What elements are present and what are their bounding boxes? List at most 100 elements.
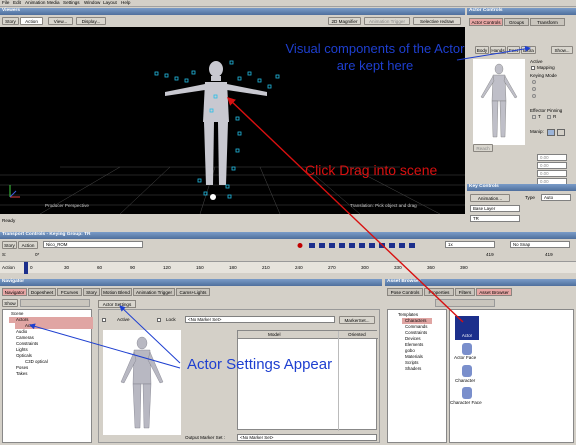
actor-face-label[interactable]: Actor Face	[454, 355, 476, 361]
menu-help[interactable]: Help	[121, 0, 130, 6]
keying-mode-label: Keying Mode	[530, 73, 557, 78]
menu-window[interactable]: Window	[84, 0, 100, 6]
timeline-ruler[interactable]: Action 0 30 60 90 120 150 180 210 240 27…	[0, 261, 576, 274]
pin-t-checkbox[interactable]	[532, 115, 536, 119]
lock-checkbox[interactable]	[157, 318, 161, 322]
type-select[interactable]: Auto	[541, 194, 571, 201]
asset-toolbar-icons[interactable]	[435, 299, 495, 307]
type-label: Type	[525, 195, 535, 200]
menu-file[interactable]: File	[2, 0, 9, 6]
speed-select[interactable]: 1x	[445, 241, 495, 248]
animation-button[interactable]: Animation...	[470, 194, 510, 202]
transport-buttons[interactable]	[295, 241, 425, 250]
active-checkbox[interactable]	[102, 318, 106, 322]
start-value[interactable]: 0*	[35, 252, 39, 258]
end-value-2[interactable]: 419	[545, 252, 553, 258]
value-field-1[interactable]: 0.00	[537, 154, 567, 161]
col-model-header[interactable]: Model	[268, 332, 281, 338]
asset-tree[interactable]: Templates Characters Commands Constraint…	[387, 309, 447, 443]
col-oriented-header[interactable]: Oriented	[348, 332, 366, 338]
marker-set-select[interactable]: <No Marker Set>	[185, 316, 335, 323]
actor-asset-label[interactable]: Actor	[455, 333, 479, 340]
nav-tab-story[interactable]: Story	[83, 288, 100, 296]
tab-transform[interactable]: Transform	[530, 18, 565, 26]
extra-tab[interactable]: Extra	[521, 46, 536, 54]
hands-tab[interactable]: Hands	[490, 46, 506, 54]
tab-filters[interactable]: Filters	[455, 288, 475, 296]
show-button[interactable]: Show...	[551, 46, 573, 54]
tab-actor-controls[interactable]: Actor Controls	[469, 18, 503, 26]
asset-browser-header: Asset Browser	[385, 279, 576, 286]
magnifier-button[interactable]: 2D Magnifier	[328, 17, 361, 25]
character-face-label[interactable]: Character Face	[450, 400, 482, 406]
value-field-3[interactable]: 0.00	[537, 170, 567, 177]
body-tab[interactable]: Body	[475, 46, 489, 54]
tree-takes[interactable]: Takes	[16, 371, 27, 377]
transport-story-button[interactable]: Story	[2, 241, 17, 249]
playhead[interactable]	[24, 262, 28, 274]
tick-0: 0	[30, 265, 33, 270]
layer-select[interactable]: Base Layer	[470, 205, 520, 212]
nav-tab-dopesheet[interactable]: Dopesheet	[28, 288, 56, 296]
keying-radio-1[interactable]	[532, 80, 536, 84]
actor-settings-tab[interactable]: Actor Settings	[98, 300, 136, 308]
tab-asset-browser[interactable]: Asset Browser	[476, 288, 512, 296]
asset-grid[interactable]: Actor Actor Face Character Character Fac…	[449, 309, 574, 443]
story-button[interactable]: Story	[2, 17, 19, 25]
menu-edit[interactable]: Edit	[13, 0, 21, 6]
optical-markers	[154, 60, 280, 199]
actor-body-map[interactable]	[473, 59, 525, 145]
show-filter-button[interactable]: Show	[2, 299, 18, 307]
view-button[interactable]: View...	[48, 17, 73, 25]
reach-button[interactable]: Reach	[473, 144, 493, 152]
actor-face-icon[interactable]	[462, 343, 472, 355]
mapping-checkbox[interactable]	[531, 66, 535, 70]
display-button[interactable]: Display...	[76, 17, 106, 25]
tab-properties[interactable]: Properties	[424, 288, 454, 296]
nav-tab-motion-blend[interactable]: Motion Blend	[101, 288, 132, 296]
tool-hint: Translation: Pick object and drag	[350, 203, 417, 208]
output-marker-select[interactable]: <No Marker Set>	[237, 434, 377, 441]
actor-asset-icon[interactable]	[455, 316, 479, 334]
navigator-toolbar-icons[interactable]	[20, 299, 90, 307]
menu-animation[interactable]: Animation	[25, 0, 45, 6]
character-face-icon[interactable]	[462, 387, 472, 399]
marker-table[interactable]: Model Oriented	[237, 330, 378, 431]
value-field-2[interactable]: 0.00	[537, 162, 567, 169]
output-marker-label: Output Marker Set :	[185, 435, 226, 440]
feet-tab[interactable]: Feet	[507, 46, 520, 54]
snap-select[interactable]: No Snap	[510, 241, 570, 248]
animation-trigger-button[interactable]: Animation Trigger	[364, 17, 410, 25]
selective-redraw-button[interactable]: Selective redraw	[413, 17, 461, 25]
menu-media[interactable]: Media	[47, 0, 60, 6]
tab-pose-controls[interactable]: Pose Controls	[387, 288, 423, 296]
menu-settings[interactable]: Settings	[63, 0, 80, 6]
manip-t-button[interactable]	[547, 129, 555, 136]
scene-tree[interactable]: Scene Actors Actor Audio Cameras Constra…	[2, 309, 93, 443]
nav-tab-fcurves[interactable]: FCurves	[57, 288, 82, 296]
actor-preview[interactable]	[103, 330, 181, 435]
manip-r-button[interactable]	[557, 129, 565, 136]
end-value[interactable]: 419	[486, 252, 494, 258]
take-select[interactable]: Nico_ROM	[43, 241, 143, 248]
character-label[interactable]: Character	[455, 378, 475, 384]
tree-shaders[interactable]: Shaders	[405, 366, 421, 372]
transport-panel: Story Action Nico_ROM 1x No Snap S: 0* 4…	[0, 239, 576, 275]
keying-group-select[interactable]: TR	[470, 215, 520, 222]
transport-header: Transport Controls - Keying Group: TR	[0, 232, 576, 239]
mode-select[interactable]: Action	[20, 17, 43, 25]
tree-c3d-optical[interactable]: C3D optical	[25, 359, 48, 365]
nav-tab-cams-lights[interactable]: Cams+Lights	[176, 288, 210, 296]
keying-radio-3[interactable]	[532, 94, 536, 98]
nav-tab-navigator[interactable]: Navigator	[2, 288, 27, 296]
tab-groups[interactable]: Groups	[504, 18, 529, 26]
marker-set-button[interactable]: MarkerSet...	[339, 316, 375, 324]
nav-tab-animation-trigger[interactable]: Animation Trigger	[133, 288, 175, 296]
tick-360: 360	[427, 265, 435, 270]
transport-action-button[interactable]: Action	[18, 241, 38, 249]
keying-radio-2[interactable]	[532, 87, 536, 91]
menu-layout[interactable]: Layout	[103, 0, 117, 6]
pin-r-checkbox[interactable]	[547, 115, 551, 119]
character-icon[interactable]	[462, 365, 472, 377]
tick-180: 180	[229, 265, 237, 270]
